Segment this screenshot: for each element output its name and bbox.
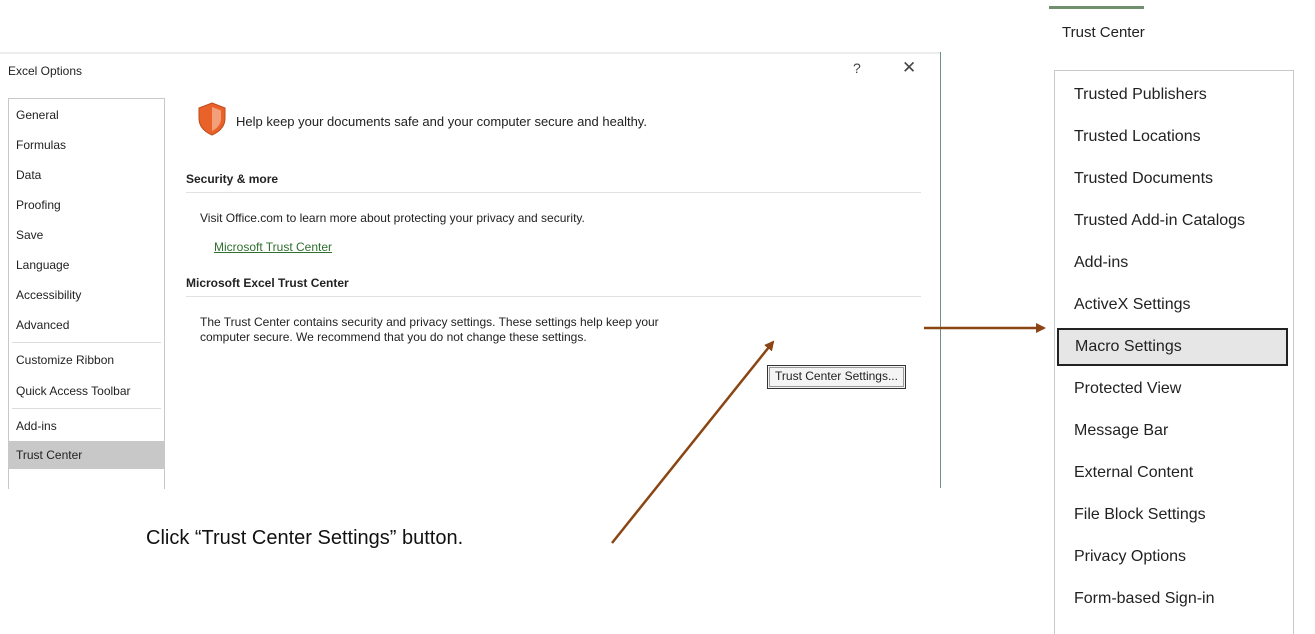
- tc-item-protected-view[interactable]: Protected View: [1055, 370, 1291, 408]
- nav-divider: [12, 408, 161, 409]
- tc-item-message-bar[interactable]: Message Bar: [1055, 412, 1291, 450]
- help-button[interactable]: ?: [853, 60, 861, 76]
- nav-item-accessibility[interactable]: Accessibility: [9, 281, 164, 309]
- trust-center-text-line1: The Trust Center contains security and p…: [200, 315, 659, 329]
- excel-options-dialog: Excel Options ? ✕ General Formulas Data …: [0, 52, 941, 489]
- nav-item-proofing[interactable]: Proofing: [9, 191, 164, 219]
- tc-item-privacy-options[interactable]: Privacy Options: [1055, 538, 1291, 576]
- nav-item-general[interactable]: General: [9, 101, 164, 129]
- tc-item-form-based-sign-in[interactable]: Form-based Sign-in: [1055, 580, 1291, 618]
- trust-center-settings-button[interactable]: Trust Center Settings...: [767, 365, 906, 389]
- tc-item-macro-settings[interactable]: Macro Settings: [1057, 328, 1288, 366]
- nav-item-advanced[interactable]: Advanced: [9, 311, 164, 339]
- tc-item-trusted-publishers[interactable]: Trusted Publishers: [1055, 76, 1291, 114]
- dialog-top-border: [0, 52, 940, 54]
- trust-center-panel: Trusted Publishers Trusted Locations Tru…: [1054, 70, 1294, 634]
- tc-item-trusted-documents[interactable]: Trusted Documents: [1055, 160, 1291, 198]
- options-nav: General Formulas Data Proofing Save Lang…: [8, 98, 165, 489]
- nav-item-trust-center[interactable]: Trust Center: [9, 441, 164, 469]
- nav-item-data[interactable]: Data: [9, 161, 164, 189]
- nav-item-language[interactable]: Language: [9, 251, 164, 279]
- tc-item-add-ins[interactable]: Add-ins: [1055, 244, 1291, 282]
- nav-item-formulas[interactable]: Formulas: [9, 131, 164, 159]
- security-text: Visit Office.com to learn more about pro…: [200, 211, 585, 225]
- trust-center-heading: Microsoft Excel Trust Center: [186, 276, 921, 297]
- dialog-title: Excel Options: [8, 64, 83, 78]
- nav-divider: [12, 342, 161, 343]
- security-tagline: Help keep your documents safe and your c…: [236, 114, 647, 129]
- nav-item-save[interactable]: Save: [9, 221, 164, 249]
- shield-icon: [198, 102, 226, 136]
- tc-item-external-content[interactable]: External Content: [1055, 454, 1291, 492]
- trust-center-content: Help keep your documents safe and your c…: [186, 98, 921, 478]
- microsoft-trust-center-link[interactable]: Microsoft Trust Center: [214, 240, 332, 254]
- trust-center-panel-title: Trust Center: [1062, 24, 1145, 41]
- close-button[interactable]: ✕: [902, 58, 916, 78]
- instruction-caption: Click “Trust Center Settings” button.: [146, 527, 464, 549]
- tc-item-trusted-locations[interactable]: Trusted Locations: [1055, 118, 1291, 156]
- nav-item-add-ins[interactable]: Add-ins: [9, 412, 164, 440]
- tc-item-activex-settings[interactable]: ActiveX Settings: [1055, 286, 1291, 324]
- nav-item-quick-access-toolbar[interactable]: Quick Access Toolbar: [9, 377, 164, 405]
- panel-top-border: [1049, 6, 1144, 9]
- security-heading: Security & more: [186, 172, 921, 193]
- nav-item-customize-ribbon[interactable]: Customize Ribbon: [9, 346, 164, 374]
- tc-item-trusted-add-in-catalogs[interactable]: Trusted Add-in Catalogs: [1055, 202, 1291, 240]
- trust-center-text-line2: computer secure. We recommend that you d…: [200, 330, 587, 344]
- tc-item-file-block-settings[interactable]: File Block Settings: [1055, 496, 1291, 534]
